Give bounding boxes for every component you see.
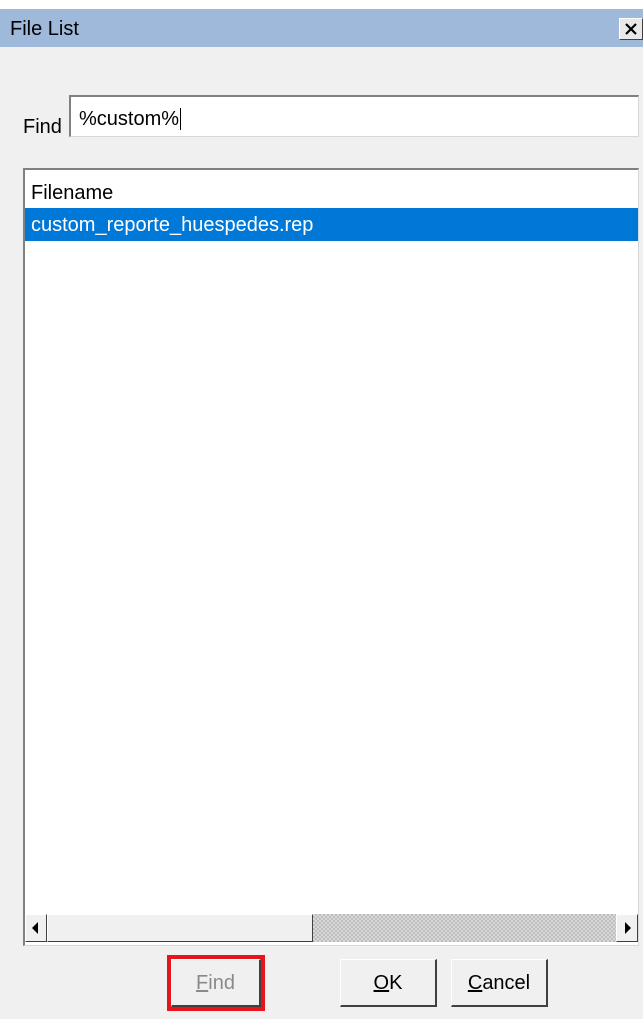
close-button[interactable] [619,18,643,40]
find-button-label: ind [208,972,235,994]
file-list-dialog: File List Find %custom% Filename custom_… [0,9,643,1019]
scroll-track[interactable] [313,914,616,942]
scroll-left-button[interactable] [25,914,47,942]
find-button[interactable]: Find [167,955,265,1011]
list-item-filename: custom_reporte_huespedes.rep [31,214,314,236]
find-input[interactable]: %custom% [69,95,639,137]
text-caret [180,108,182,130]
ok-button-mnemonic: O [373,972,390,994]
scroll-thumb[interactable] [47,914,313,942]
window-title: File List [10,18,79,40]
cancel-button-mnemonic: C [467,972,483,994]
find-input-text: %custom% [79,108,180,130]
find-button-mnemonic: F [196,972,209,994]
column-header-label: Filename [31,182,114,204]
ok-button[interactable]: OK [340,959,437,1007]
file-list[interactable]: Filename custom_reporte_huespedes.rep [23,168,639,946]
scroll-right-button[interactable] [616,914,638,942]
cancel-button-label: ancel [482,972,531,994]
arrow-left-icon [32,922,38,934]
title-bar: File List [0,9,643,47]
find-input-value: %custom% [79,108,182,130]
find-label: Find [23,116,62,138]
arrow-right-icon [625,922,631,934]
column-header-filename[interactable]: Filename [25,178,638,208]
list-item[interactable]: custom_reporte_huespedes.rep [25,208,638,241]
cancel-button[interactable]: Cancel [451,959,548,1007]
horizontal-scrollbar[interactable] [25,914,638,942]
close-icon [625,23,637,35]
ok-button-label: K [389,972,403,994]
